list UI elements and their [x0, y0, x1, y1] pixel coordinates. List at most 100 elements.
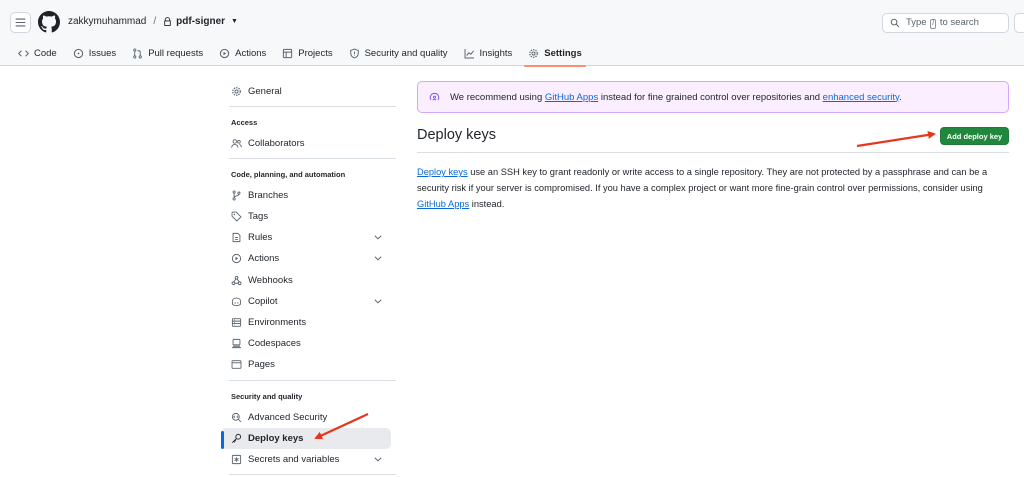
sidebar-item-label: Pages — [248, 359, 275, 370]
branch-icon — [232, 190, 241, 201]
sidebar-item-label: Copilot — [248, 296, 278, 307]
sidebar-item-actions[interactable]: Actions — [221, 248, 391, 269]
search-input[interactable]: Type / to search — [882, 13, 1009, 33]
tag-icon — [231, 211, 242, 222]
tab-label: Issues — [88, 47, 117, 59]
command-palette-button[interactable] — [1014, 13, 1024, 33]
sidebar-divider — [229, 106, 396, 107]
arrow-to-add-button — [856, 130, 936, 148]
sidebar-item-deploy-keys[interactable]: Deploy keys — [221, 428, 391, 449]
sidebar-item-copilot[interactable]: Copilot — [221, 291, 391, 312]
slash-key: / — [930, 19, 937, 29]
sidebar-item-label: Branches — [248, 190, 289, 201]
webhook-icon — [231, 275, 242, 286]
sidebar-item-general[interactable]: General — [221, 81, 391, 102]
tab-label: Pull requests — [148, 47, 204, 59]
page-title: Deploy keys — [417, 127, 496, 143]
tab-code[interactable]: Code — [10, 40, 65, 66]
breadcrumb: zakkymuhammad / pdf-signer ▼ — [68, 16, 238, 27]
repo-tabs: Code Issues Pull requests Actions Projec… — [0, 40, 590, 67]
sidebar-item-branches[interactable]: Branches — [221, 185, 391, 206]
sidebar-item-environments[interactable]: Environments — [221, 312, 391, 333]
codespaces-icon — [232, 338, 241, 349]
people-icon — [231, 139, 242, 148]
key-icon — [232, 433, 242, 443]
sidebar-item-rules[interactable]: Rules — [221, 227, 391, 248]
tab-actions[interactable]: Actions — [211, 40, 274, 66]
rules-icon — [232, 232, 241, 243]
section-title-security: Security and quality — [231, 392, 303, 401]
play-icon — [219, 48, 230, 58]
chevron-down-icon[interactable] — [373, 253, 383, 263]
chevron-down-icon[interactable] — [373, 232, 383, 242]
sidebar-item-label: Environments — [248, 317, 307, 328]
notice-text: We recommend using GitHub Apps instead f… — [450, 91, 902, 103]
tab-security[interactable]: Security and quality — [341, 40, 456, 66]
sidebar-divider — [229, 158, 396, 159]
title-divider — [417, 152, 1009, 153]
sidebar-item-tags[interactable]: Tags — [221, 206, 391, 227]
search-placeholder: Type / to search — [906, 17, 979, 29]
tab-label: Settings — [544, 47, 582, 59]
github-apps-link[interactable]: GitHub Apps — [545, 92, 598, 103]
tab-pull-requests[interactable]: Pull requests — [124, 40, 211, 66]
tab-projects[interactable]: Projects — [274, 40, 340, 66]
sidebar-item-label: Tags — [248, 211, 269, 222]
section-title-access: Access — [231, 118, 258, 127]
issue-icon — [73, 48, 83, 58]
pull-request-icon — [133, 48, 142, 58]
copilot-icon — [231, 297, 242, 307]
tab-settings[interactable]: Settings — [520, 40, 589, 67]
sidebar-item-label: Codespaces — [248, 338, 301, 349]
play-icon — [231, 253, 242, 264]
code-icon — [18, 49, 29, 57]
menu-button[interactable] — [10, 12, 31, 33]
tab-label: Projects — [298, 47, 333, 59]
sidebar-divider — [229, 474, 396, 475]
chevron-down-icon[interactable] — [373, 454, 383, 464]
sidebar-item-advanced-security[interactable]: Advanced Security — [221, 407, 391, 428]
sidebar-item-label: Secrets and variables — [248, 454, 340, 465]
apps-icon — [429, 92, 440, 101]
sidebar-item-label: Actions — [248, 253, 280, 264]
sidebar-item-pages[interactable]: Pages — [221, 354, 391, 375]
browser-icon — [231, 360, 242, 369]
sidebar-item-label: Deploy keys — [248, 433, 304, 444]
repo-link[interactable]: pdf-signer ▼ — [163, 16, 238, 27]
shield-icon — [349, 48, 359, 58]
enhanced-security-link[interactable]: enhanced security — [823, 92, 899, 103]
tab-label: Actions — [235, 47, 267, 59]
annotation-arrows — [314, 130, 936, 440]
chevron-down-icon[interactable] — [373, 296, 383, 306]
github-apps-notice: We recommend using GitHub Apps instead f… — [417, 81, 1009, 113]
graph-icon — [464, 48, 474, 58]
caret-down-icon[interactable]: ▼ — [231, 18, 238, 25]
owner-link[interactable]: zakkymuhammad — [68, 16, 146, 27]
sidebar-item-label: Advanced Security — [248, 412, 328, 423]
add-deploy-key-button[interactable]: Add deploy key — [940, 127, 1009, 145]
sidebar-item-collaborators[interactable]: Collaborators — [221, 133, 391, 154]
sidebar-item-secrets[interactable]: Secrets and variables — [221, 449, 391, 470]
hamburger-icon — [15, 18, 26, 27]
search-icon — [890, 18, 900, 28]
codescan-icon — [231, 412, 242, 423]
deploy-keys-description: Deploy keys use an SSH key to grant read… — [417, 167, 988, 209]
sidebar-item-label: Rules — [248, 232, 273, 243]
tab-issues[interactable]: Issues — [65, 40, 124, 66]
sidebar-item-label: Collaborators — [248, 138, 305, 149]
sidebar-item-webhooks[interactable]: Webhooks — [221, 270, 391, 291]
server-icon — [231, 318, 242, 327]
deploy-keys-docs-link[interactable]: Deploy keys — [417, 167, 468, 177]
sidebar-item-codespaces[interactable]: Codespaces — [221, 333, 391, 354]
tab-insights[interactable]: Insights — [456, 40, 521, 66]
tab-label: Code — [34, 47, 57, 59]
github-logo-icon[interactable] — [38, 11, 60, 33]
asterisk-icon — [231, 454, 242, 465]
github-apps-link[interactable]: GitHub Apps — [417, 199, 469, 209]
selected-indicator — [221, 431, 224, 449]
repo-header: zakkymuhammad / pdf-signer ▼ Type / to s… — [0, 0, 1024, 67]
sidebar-item-label: General — [248, 86, 282, 97]
breadcrumb-separator: / — [153, 16, 157, 27]
gear-icon — [529, 48, 539, 58]
lock-icon — [163, 17, 172, 26]
